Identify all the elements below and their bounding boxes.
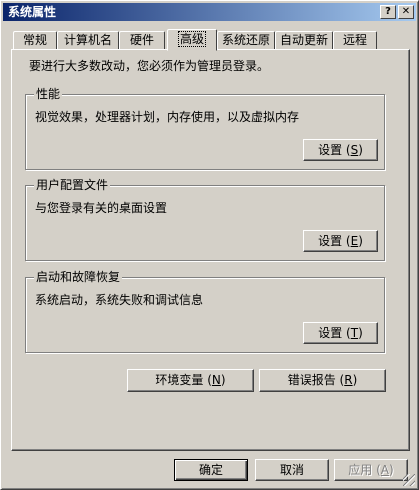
tab-general[interactable]: 常规 — [13, 31, 57, 49]
close-button[interactable]: ✕ — [398, 5, 414, 19]
performance-description: 视觉效果，处理器计划，内存使用，以及虚拟内存 — [35, 110, 300, 124]
environment-variables-button[interactable]: 环境变量 (N) — [127, 369, 254, 392]
startup-recovery-settings-button[interactable]: 设置 (T) — [303, 322, 378, 344]
resize-grip-icon — [403, 474, 415, 486]
help-icon: ? — [385, 6, 391, 17]
performance-settings-button[interactable]: 设置 (S) — [303, 139, 378, 161]
window-title: 系统属性 — [8, 5, 57, 19]
user-profiles-group: 用户配置文件 与您登录有关的桌面设置 设置 (E) — [25, 177, 385, 261]
user-profiles-group-title: 用户配置文件 — [34, 177, 111, 193]
title-bar[interactable]: 系统属性 ? ✕ — [3, 3, 416, 21]
performance-group: 性能 视觉效果，处理器计划，内存使用，以及虚拟内存 设置 (S) — [25, 86, 385, 170]
startup-recovery-group: 启动和故障恢复 系统启动，系统失败和调试信息 设置 (T) — [25, 269, 385, 353]
tab-automatic-updates[interactable]: 自动更新 — [275, 31, 333, 49]
system-properties-window: 系统属性 ? ✕ 常规 计算机名 硬件 高级 系统还原 自动更新 远程 要进行大… — [0, 0, 419, 490]
tab-system-restore[interactable]: 系统还原 — [217, 31, 275, 49]
tab-computer-name[interactable]: 计算机名 — [57, 31, 119, 49]
startup-recovery-description: 系统启动，系统失败和调试信息 — [35, 293, 204, 307]
tab-hardware[interactable]: 硬件 — [119, 31, 165, 49]
user-profiles-settings-button[interactable]: 设置 (E) — [303, 230, 378, 252]
cancel-button[interactable]: 取消 — [255, 459, 329, 481]
admin-notice: 要进行大多数改动，您必须作为管理员登录。 — [29, 59, 270, 73]
user-profiles-description: 与您登录有关的桌面设置 — [35, 201, 168, 215]
error-reporting-button[interactable]: 错误报告 (R) — [259, 369, 386, 392]
close-icon: ✕ — [401, 6, 411, 17]
tab-remote[interactable]: 远程 — [333, 31, 377, 49]
startup-recovery-group-title: 启动和故障恢复 — [34, 269, 123, 285]
help-button[interactable]: ? — [380, 5, 396, 19]
tab-advanced[interactable]: 高级 — [167, 29, 217, 51]
performance-group-title: 性能 — [34, 86, 63, 102]
apply-button[interactable]: 应用 (A) — [334, 459, 408, 481]
ok-button[interactable]: 确定 — [174, 459, 248, 481]
